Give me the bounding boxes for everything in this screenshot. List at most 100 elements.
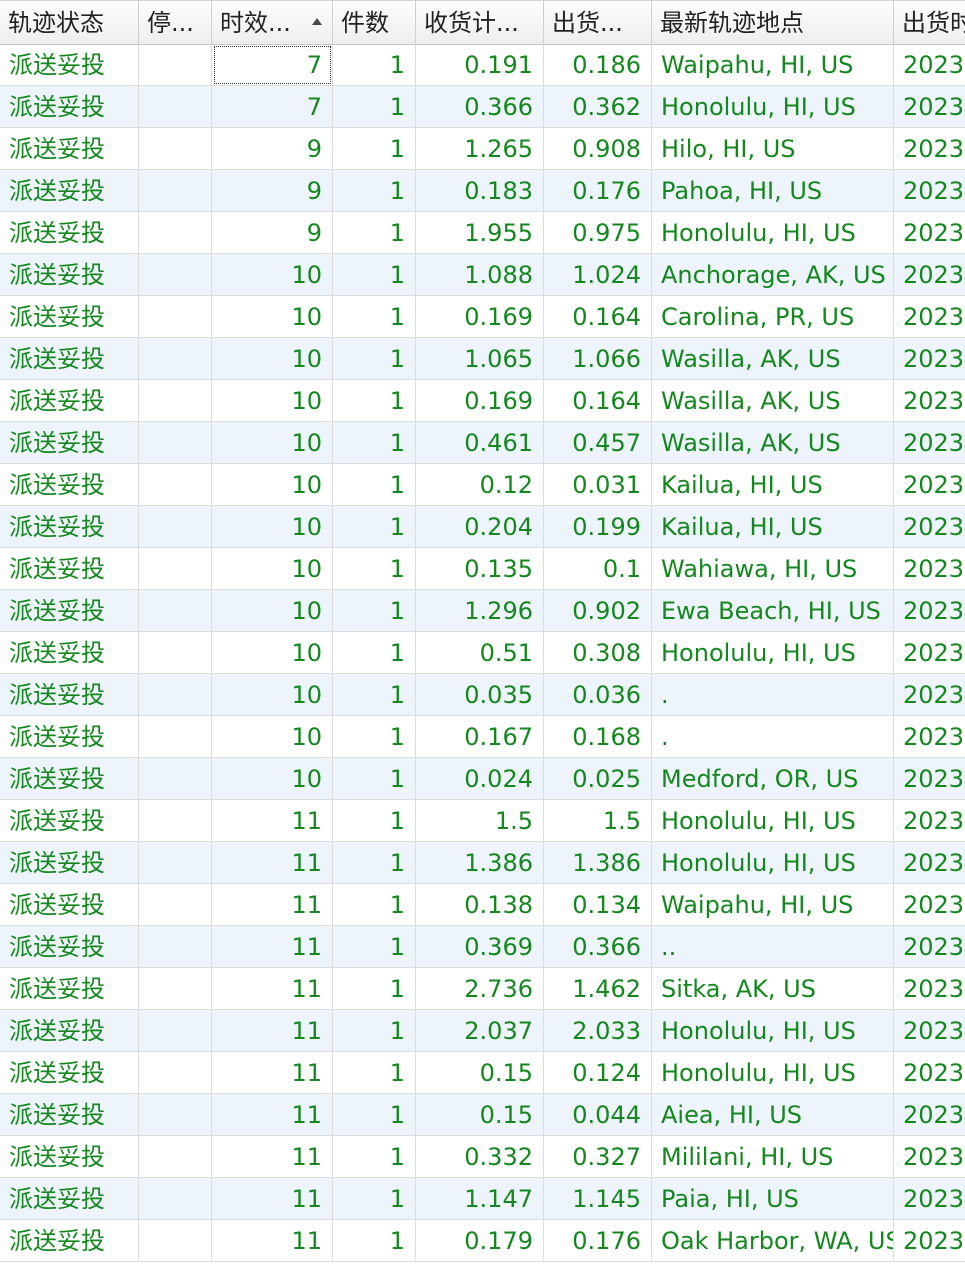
table-row[interactable]: 派送妥投 1010.0350.036.2023-	[0, 674, 965, 716]
column-header-track-status[interactable]: 轨迹状态	[0, 0, 139, 44]
cell-ship-time[interactable]: 2023-	[894, 800, 965, 842]
cell-piece-count[interactable]: 1	[333, 1136, 416, 1178]
cell-stop[interactable]	[139, 338, 212, 380]
cell-receive-weight[interactable]: 1.265	[416, 128, 544, 170]
cell-stop[interactable]	[139, 758, 212, 800]
cell-time-effect[interactable]: 11	[212, 968, 333, 1010]
cell-stop[interactable]	[139, 86, 212, 128]
cell-receive-weight[interactable]: 0.179	[416, 1220, 544, 1262]
cell-piece-count[interactable]: 1	[333, 716, 416, 758]
cell-ship-time[interactable]: 2023-	[894, 1178, 965, 1220]
cell-latest-location[interactable]: .	[652, 716, 894, 758]
table-row[interactable]: 派送妥投 1010.120.031Kailua, HI, US2023-	[0, 464, 965, 506]
cell-piece-count[interactable]: 1	[333, 674, 416, 716]
cell-receive-weight[interactable]: 1.386	[416, 842, 544, 884]
cell-piece-count[interactable]: 1	[333, 128, 416, 170]
cell-time-effect[interactable]: 11	[212, 884, 333, 926]
cell-stop[interactable]	[139, 506, 212, 548]
cell-ship-time[interactable]: 2023-	[894, 968, 965, 1010]
table-row[interactable]: 派送妥投 710.3660.362Honolulu, HI, US2023-	[0, 86, 965, 128]
cell-time-effect[interactable]: 9	[212, 170, 333, 212]
table-row[interactable]: 派送妥投 1011.2960.902Ewa Beach, HI, US2023-	[0, 590, 965, 632]
cell-ship-time[interactable]: 2023-	[894, 128, 965, 170]
cell-ship-weight[interactable]: 0.031	[544, 464, 652, 506]
cell-ship-weight[interactable]: 0.327	[544, 1136, 652, 1178]
cell-stop[interactable]	[139, 1136, 212, 1178]
cell-piece-count[interactable]: 1	[333, 758, 416, 800]
cell-latest-location[interactable]: Paia, HI, US	[652, 1178, 894, 1220]
column-header-time-effect[interactable]: 时效...	[212, 0, 333, 44]
cell-ship-time[interactable]: 2023-	[894, 632, 965, 674]
cell-piece-count[interactable]: 1	[333, 548, 416, 590]
cell-latest-location[interactable]: Honolulu, HI, US	[652, 800, 894, 842]
cell-receive-weight[interactable]: 1.065	[416, 338, 544, 380]
cell-track-status[interactable]: 派送妥投	[0, 884, 139, 926]
cell-receive-weight[interactable]: 0.15	[416, 1094, 544, 1136]
cell-piece-count[interactable]: 1	[333, 1010, 416, 1052]
cell-track-status[interactable]: 派送妥投	[0, 758, 139, 800]
cell-track-status[interactable]: 派送妥投	[0, 506, 139, 548]
cell-time-effect[interactable]: 10	[212, 422, 333, 464]
cell-receive-weight[interactable]: 1.147	[416, 1178, 544, 1220]
cell-track-status[interactable]: 派送妥投	[0, 44, 139, 86]
cell-ship-time[interactable]: 2023-	[894, 758, 965, 800]
table-row[interactable]: 派送妥投 1010.1690.164Wasilla, AK, US2023-	[0, 380, 965, 422]
cell-ship-time[interactable]: 2023-	[894, 254, 965, 296]
cell-latest-location[interactable]: Hilo, HI, US	[652, 128, 894, 170]
cell-time-effect[interactable]: 10	[212, 380, 333, 422]
cell-track-status[interactable]: 派送妥投	[0, 1220, 139, 1262]
cell-latest-location[interactable]: Waipahu, HI, US	[652, 884, 894, 926]
cell-ship-time[interactable]: 2023-	[894, 926, 965, 968]
cell-stop[interactable]	[139, 926, 212, 968]
cell-track-status[interactable]: 派送妥投	[0, 590, 139, 632]
cell-ship-time[interactable]: 2023-	[894, 674, 965, 716]
cell-piece-count[interactable]: 1	[333, 1052, 416, 1094]
cell-ship-time[interactable]: 2023-	[894, 1136, 965, 1178]
cell-receive-weight[interactable]: 0.183	[416, 170, 544, 212]
table-row[interactable]: 派送妥投 1010.1350.1Wahiawa, HI, US2023-	[0, 548, 965, 590]
cell-ship-weight[interactable]: 1.5	[544, 800, 652, 842]
cell-piece-count[interactable]: 1	[333, 464, 416, 506]
cell-time-effect[interactable]: 11	[212, 1094, 333, 1136]
cell-ship-time[interactable]: 2023-	[894, 86, 965, 128]
cell-time-effect[interactable]: 10	[212, 758, 333, 800]
cell-stop[interactable]	[139, 716, 212, 758]
cell-ship-weight[interactable]: 0.308	[544, 632, 652, 674]
cell-time-effect[interactable]: 10	[212, 338, 333, 380]
cell-track-status[interactable]: 派送妥投	[0, 1136, 139, 1178]
cell-receive-weight[interactable]: 0.204	[416, 506, 544, 548]
cell-stop[interactable]	[139, 800, 212, 842]
table-row[interactable]: 派送妥投1112.0372.033Honolulu, HI, US2023-	[0, 1010, 965, 1052]
cell-time-effect[interactable]: 11	[212, 842, 333, 884]
cell-ship-weight[interactable]: 1.462	[544, 968, 652, 1010]
cell-receive-weight[interactable]: 1.088	[416, 254, 544, 296]
cell-time-effect[interactable]: 7	[212, 86, 333, 128]
cell-ship-time[interactable]: 2023-	[894, 506, 965, 548]
cell-stop[interactable]	[139, 1220, 212, 1262]
cell-track-status[interactable]: 派送妥投	[0, 254, 139, 296]
cell-piece-count[interactable]: 1	[333, 296, 416, 338]
cell-track-status[interactable]: 派送妥投	[0, 842, 139, 884]
cell-time-effect[interactable]: 11	[212, 1010, 333, 1052]
cell-latest-location[interactable]: Honolulu, HI, US	[652, 632, 894, 674]
cell-latest-location[interactable]: Medford, OR, US	[652, 758, 894, 800]
cell-ship-weight[interactable]: 0.036	[544, 674, 652, 716]
cell-receive-weight[interactable]: 0.035	[416, 674, 544, 716]
cell-track-status[interactable]: 派送妥投	[0, 296, 139, 338]
cell-piece-count[interactable]: 1	[333, 170, 416, 212]
cell-latest-location[interactable]: .	[652, 674, 894, 716]
cell-latest-location[interactable]: Pahoa, HI, US	[652, 170, 894, 212]
cell-latest-location[interactable]: Ewa Beach, HI, US	[652, 590, 894, 632]
cell-piece-count[interactable]: 1	[333, 884, 416, 926]
cell-receive-weight[interactable]: 0.169	[416, 380, 544, 422]
cell-stop[interactable]	[139, 968, 212, 1010]
cell-piece-count[interactable]: 1	[333, 1220, 416, 1262]
cell-stop[interactable]	[139, 254, 212, 296]
cell-piece-count[interactable]: 1	[333, 926, 416, 968]
cell-track-status[interactable]: 派送妥投	[0, 1052, 139, 1094]
cell-ship-time[interactable]: 2023-	[894, 590, 965, 632]
cell-latest-location[interactable]: Kailua, HI, US	[652, 464, 894, 506]
cell-ship-time[interactable]: 2023-	[894, 464, 965, 506]
cell-piece-count[interactable]: 1	[333, 1094, 416, 1136]
cell-ship-time[interactable]: 2023-	[894, 548, 965, 590]
